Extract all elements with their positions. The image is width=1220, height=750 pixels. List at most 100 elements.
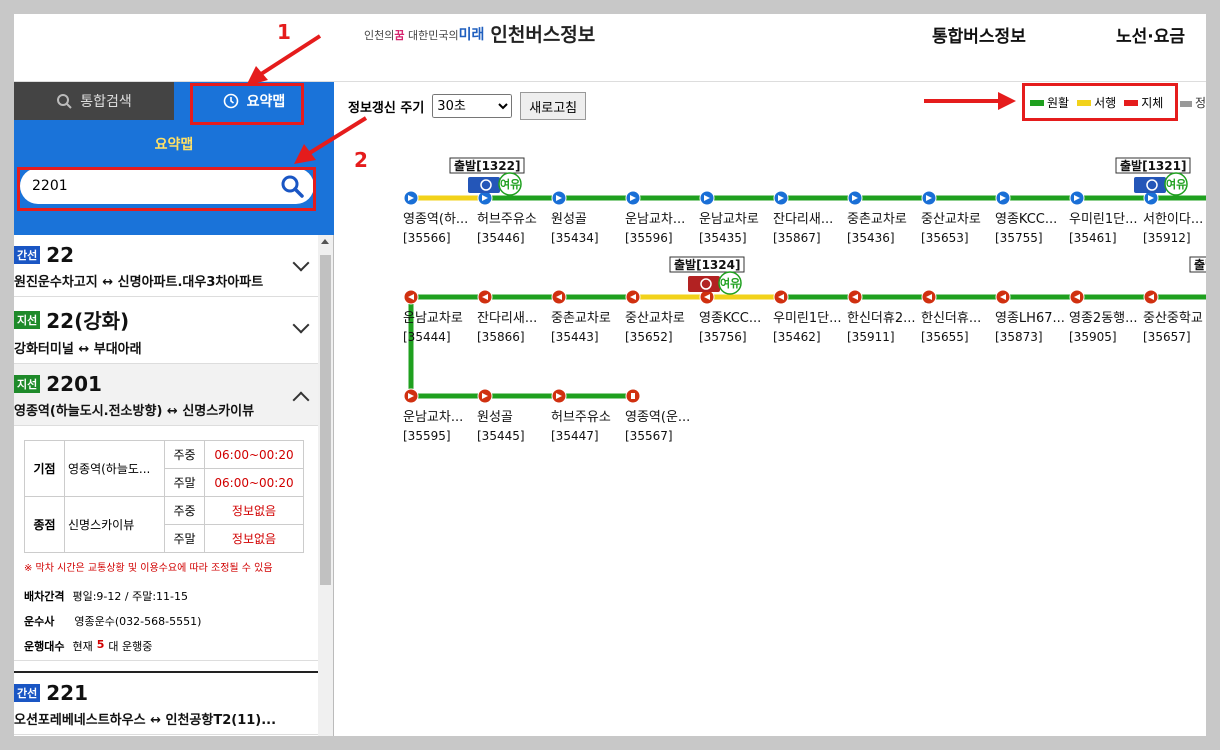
stop-id: [35866]: [477, 330, 525, 344]
route-list-scrollbar[interactable]: [318, 235, 333, 736]
stop-name[interactable]: 서한이다...: [1143, 212, 1203, 227]
scrollbar-thumb[interactable]: [320, 255, 331, 585]
route-type-badge: 지선: [14, 375, 41, 393]
route-description: 영종역(하늘도시.전소방향) ↔ 신명스카이뷰: [14, 404, 255, 419]
bus-icon[interactable]: [1134, 177, 1166, 193]
stop-id: [35444]: [403, 330, 451, 344]
nav-integrated-bus-info[interactable]: 통합버스정보: [932, 22, 1026, 47]
stop-id: [35434]: [551, 231, 599, 245]
annotation-arrow-2: [294, 116, 368, 164]
end-name: 신명스카이뷰: [64, 496, 165, 553]
stop-name[interactable]: 중산교차로: [921, 212, 981, 227]
stop-name[interactable]: 잔다리새...: [477, 311, 537, 326]
stop-id: [35657]: [1143, 330, 1191, 344]
vehicle-count-info: 운행대수 현재 5 대 운행중: [24, 638, 309, 654]
route-map-panel: 정보갱신 주기 30초 새로고침 원활 서행 지체 정보 영종역(하...[35…: [334, 82, 1206, 736]
bus-label: 출발[1321]: [1120, 158, 1186, 173]
start-weekday-time: 06:00~00:20: [204, 440, 304, 469]
count-suffix: 대 운행중: [108, 640, 153, 653]
stop-id: [35462]: [773, 330, 821, 344]
route-number: 22: [46, 243, 75, 267]
stop-name[interactable]: 한신더휴2...: [847, 311, 916, 326]
stop-name[interactable]: 운남교차...: [625, 212, 685, 227]
stop-id: [35567]: [625, 429, 673, 443]
stop-name[interactable]: 영종역(운...: [625, 410, 690, 425]
bus-icon[interactable]: [468, 177, 500, 193]
end-weekend-time: 정보없음: [204, 524, 304, 553]
route-item-221[interactable]: 간선 221 오션포레베네스트하우스 ↔ 인천공항T2(11)...: [14, 671, 319, 735]
end-label: 종점: [24, 496, 65, 553]
stop-id: [35461]: [1069, 231, 1117, 245]
scroll-up-icon[interactable]: [321, 239, 329, 244]
occupancy-status: 여유: [1166, 177, 1186, 191]
weekday-label: 주중: [164, 496, 205, 525]
stop-id: [35912]: [1143, 231, 1191, 245]
bus-label: 출발[1322]: [454, 158, 520, 173]
stop-id: [35873]: [995, 330, 1043, 344]
stop-name[interactable]: 영종KCC...: [699, 311, 761, 326]
company-value: 영종운수(032-568-5551): [74, 615, 202, 628]
stop-id: [35867]: [773, 231, 821, 245]
stop-id: [35653]: [921, 231, 969, 245]
tab-integrated-search[interactable]: 통합검색: [14, 82, 174, 120]
stop-id: [35445]: [477, 429, 525, 443]
logo-tagline: 인천의꿈 대한민국의미래: [364, 26, 485, 43]
stop-name[interactable]: 잔다리새...: [773, 212, 833, 227]
stop-name[interactable]: 영종역(하...: [403, 212, 468, 227]
route-diagram: 영종역(하... [35566] 허브주유소 [35446] 원성골 [35434] 운남교…: [403, 157, 1206, 443]
stop-name[interactable]: 운남교차로: [699, 212, 759, 227]
stop-name[interactable]: 중촌교차로: [847, 212, 907, 227]
schedule-note: ※ 막차 시간은 교통상황 및 이용수요에 따라 조정될 수 있음: [24, 563, 273, 574]
route-item-22[interactable]: 간선 22 원진운수차고지 ↔ 신명아파트.대우3차아파트: [14, 235, 319, 297]
stop-name[interactable]: 영종LH67...: [995, 311, 1065, 326]
site-logo[interactable]: 인천의꿈 대한민국의미래 인천버스정보: [364, 20, 595, 47]
stop-name[interactable]: 영종2동행...: [1069, 310, 1138, 326]
route-detail: 기점 영종역(하늘도... 주중 06:00~00:20 주말 06:00~00:20 …: [14, 426, 319, 661]
stop-name[interactable]: 원성골: [477, 410, 513, 425]
stop-id: [35755]: [995, 231, 1043, 245]
stop-end-icon: [631, 393, 635, 399]
route-number: 2201: [46, 372, 102, 396]
stop-name[interactable]: 중산중학교: [1143, 311, 1203, 326]
bus-label: 출발[1324]: [674, 257, 740, 272]
stop-id: [35596]: [625, 231, 673, 245]
bus-label: 출발: [1194, 257, 1206, 272]
route-description: 강화터미널 ↔ 부대아래: [14, 342, 142, 357]
company-info: 운수사 영종운수(032-568-5551): [24, 613, 309, 629]
end-weekday-time: 정보없음: [204, 496, 304, 525]
interval-value: 평일:9-12 / 주말:11-15: [72, 590, 189, 603]
stop-name[interactable]: 허브주유소: [551, 410, 611, 425]
count-prefix: 현재: [72, 640, 93, 653]
stop-name[interactable]: 우미린1단...: [1069, 212, 1138, 227]
stop-name[interactable]: 한신더휴...: [921, 311, 981, 326]
stop-name[interactable]: 영종KCC...: [995, 212, 1057, 227]
highlight-legend: [1022, 83, 1178, 121]
bus-icon[interactable]: [688, 276, 720, 292]
route-type-badge: 간선: [14, 246, 41, 264]
start-label: 기점: [24, 440, 65, 497]
stop-name[interactable]: 허브주유소: [477, 212, 537, 227]
stop-id: [35595]: [403, 429, 451, 443]
stop-id: [35911]: [847, 330, 895, 344]
route-description: 오션포레베네스트하우스 ↔ 인천공항T2(11)...: [14, 713, 277, 728]
stop-name[interactable]: 우미린1단...: [773, 311, 842, 326]
stop-id: [35652]: [625, 330, 673, 344]
nav-route-fare[interactable]: 노선·요금: [1116, 22, 1185, 47]
stop-name[interactable]: 중촌교차로: [551, 311, 611, 326]
occupancy-status: 여유: [500, 177, 520, 191]
route-item-2201[interactable]: 지선 2201 영종역(하늘도시.전소방향) ↔ 신명스카이뷰: [14, 364, 319, 426]
route-item-22-ganghwa[interactable]: 지선 22(강화) 강화터미널 ↔ 부대아래: [14, 297, 319, 364]
stop-name[interactable]: 운남교차로: [403, 311, 463, 326]
stop-name[interactable]: 중산교차로: [625, 311, 685, 326]
company-label: 운수사: [24, 615, 55, 628]
stop-name[interactable]: 원성골: [551, 212, 587, 227]
search-icon: [57, 94, 72, 109]
highlight-search-box: [17, 167, 316, 211]
stop-id: [35435]: [699, 231, 747, 245]
stop-id: [35655]: [921, 330, 969, 344]
interval-label: 배차간격: [24, 590, 65, 603]
route-type-badge: 지선: [14, 310, 41, 329]
route-description: 원진운수차고지 ↔ 신명아파트.대우3차아파트: [14, 275, 264, 290]
browser-frame: 인천의꿈 대한민국의미래 인천버스정보 통합버스정보 노선·요금 통합검색 요약…: [14, 14, 1206, 736]
stop-name[interactable]: 운남교차...: [403, 410, 463, 425]
